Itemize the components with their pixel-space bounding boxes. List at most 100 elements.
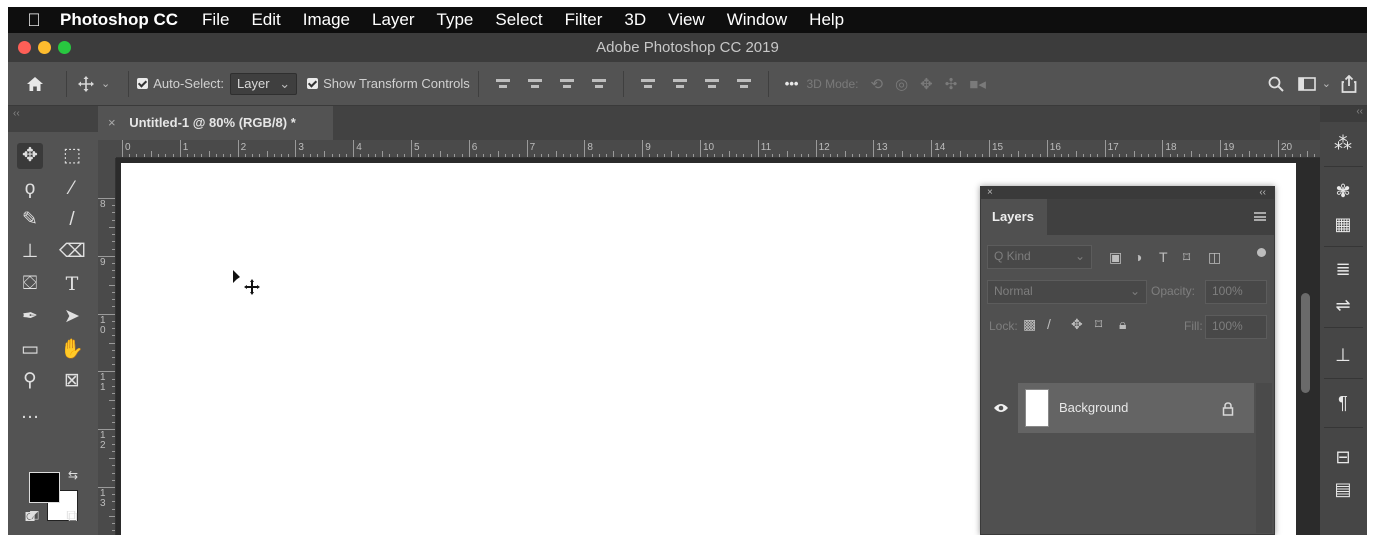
frame-tool-icon[interactable]: ⊠ [59, 368, 85, 394]
chevron-down-icon[interactable]: ⌄ [101, 77, 110, 90]
chevron-down-icon[interactable]: ⌄ [1322, 77, 1331, 90]
notes-icon[interactable]: ▤ [1330, 476, 1356, 502]
quick-mask-icon[interactable]: ◙ [17, 504, 43, 530]
search-icon[interactable] [1268, 76, 1284, 92]
eraser-tool-icon[interactable]: ⌫ [59, 239, 86, 265]
vertical-scrollbar[interactable] [1301, 293, 1310, 393]
auto-select-checkbox[interactable]: Auto-Select: [137, 76, 224, 91]
fill-tool-icon[interactable]: ⛋ [17, 271, 43, 297]
align-left-icon[interactable] [495, 77, 510, 91]
adjustment-layer-filter-icon[interactable]: ◑ [1134, 249, 1142, 265]
clone-source-icon[interactable]: ⊥ [1330, 342, 1356, 368]
filter-toggle-icon[interactable] [1257, 248, 1266, 257]
layer-name[interactable]: Background [1059, 383, 1128, 433]
more-tools-icon[interactable]: … [17, 400, 43, 426]
menu-3d[interactable]: 3D [624, 10, 646, 30]
magic-wand-tool-icon[interactable]: ⁄ [59, 176, 85, 202]
stamp-tool-icon[interactable]: ⊥ [17, 239, 43, 265]
minimize-window-button[interactable] [38, 41, 51, 54]
menu-help[interactable]: Help [809, 10, 844, 30]
pixel-layer-filter-icon[interactable]: ▣ [1109, 249, 1122, 266]
lock-pixels-icon[interactable]: / [1047, 316, 1051, 332]
distribute-middle-icon[interactable] [672, 77, 687, 91]
menu-file[interactable]: File [202, 10, 229, 30]
ruler-label: 4 [356, 142, 362, 153]
paragraph-icon[interactable]: ¶ [1330, 390, 1356, 416]
layer-lock-icon[interactable] [1222, 383, 1234, 433]
horizontal-ruler[interactable]: 0 1 2 3 4 5 6 7 8 9 10 11 12 13 14 15 16 17 18 19 20 [116, 140, 1320, 158]
move-tool-icon[interactable] [77, 75, 95, 93]
lock-position-icon[interactable]: ✥ [1071, 316, 1083, 333]
share-icon[interactable] [1341, 74, 1357, 93]
layer-row[interactable]: Background [1018, 383, 1254, 433]
show-transform-checkbox[interactable]: Show Transform Controls [307, 76, 470, 91]
libraries-icon[interactable]: ⊟ [1330, 444, 1356, 470]
close-tab-icon[interactable]: × [108, 115, 116, 130]
zoom-window-button[interactable] [58, 41, 71, 54]
align-top-icon[interactable] [591, 77, 606, 91]
menu-layer[interactable]: Layer [372, 10, 415, 30]
move-tool-icon[interactable]: ✥ [17, 143, 43, 169]
adjustments-icon[interactable]: ⇌ [1330, 292, 1356, 318]
brush-tool-icon[interactable]: / [59, 207, 85, 233]
layer-visibility-eye-icon[interactable] [987, 383, 1015, 433]
menu-window[interactable]: Window [727, 10, 787, 30]
eyedropper-tool-icon[interactable]: ✎ [17, 207, 43, 233]
fill-field[interactable]: 100% [1205, 315, 1267, 339]
menu-select[interactable]: Select [495, 10, 542, 30]
tab-layers[interactable]: Layers [981, 199, 1047, 235]
home-icon[interactable] [26, 76, 58, 92]
pen-tool-icon[interactable]: ✒ [17, 304, 43, 330]
lock-transparency-icon[interactable]: ▩ [1023, 316, 1036, 333]
lock-artboard-icon[interactable]: ⌑ [1095, 316, 1102, 333]
foreground-color-swatch[interactable] [29, 472, 60, 503]
workspace-icon[interactable] [1297, 76, 1316, 91]
ruler-minor-tick [1075, 151, 1077, 157]
distribute-top-icon[interactable] [640, 77, 655, 91]
layers-scrollbar[interactable] [1256, 383, 1272, 533]
blend-mode-dropdown[interactable]: Normal ⌄ [987, 280, 1147, 304]
menu-image[interactable]: Image [303, 10, 350, 30]
swatches-icon[interactable]: ▦ [1330, 211, 1356, 237]
apple-menu-icon[interactable]:  [8, 10, 60, 31]
distribute-bottom-icon[interactable] [704, 77, 719, 91]
marquee-tool-icon[interactable]: ⬚ [59, 143, 85, 169]
smart-object-filter-icon[interactable]: ◫ [1208, 249, 1221, 266]
align-center-icon[interactable] [527, 77, 542, 91]
vertical-ruler[interactable]: 8 9 1 0 1 1 1 2 1 3 [98, 158, 116, 535]
panel-menu-icon[interactable] [1254, 212, 1266, 221]
auto-select-dropdown[interactable]: Layer ⌄ [230, 72, 298, 95]
lasso-tool-icon[interactable]: ϙ [17, 176, 43, 202]
type-tool-icon[interactable]: T [59, 271, 85, 297]
swap-colors-icon[interactable]: ⇆ [68, 468, 78, 482]
menu-type[interactable]: Type [437, 10, 474, 30]
color-icon[interactable]: ✾ [1330, 178, 1356, 204]
document-tab[interactable]: × Untitled-1 @ 80% (RGB/8) * [98, 106, 333, 140]
lock-all-icon[interactable]: 🔒︎ [1119, 316, 1126, 333]
path-selection-tool-icon[interactable]: ➤ [59, 304, 85, 330]
menu-edit[interactable]: Edit [251, 10, 280, 30]
rectangle-tool-icon[interactable]: ▭ [17, 337, 43, 363]
type-layer-filter-icon[interactable]: T [1159, 249, 1168, 265]
align-right-icon[interactable] [559, 77, 574, 91]
hand-tool-icon[interactable]: ✋ [59, 337, 85, 363]
menu-filter[interactable]: Filter [565, 10, 603, 30]
opacity-field[interactable]: 100% [1205, 280, 1267, 304]
history-icon[interactable]: ⁂ [1330, 130, 1356, 156]
menu-app-name[interactable]: Photoshop CC [60, 10, 178, 30]
layer-kind-filter[interactable]: Q Kind ⌄ [987, 245, 1092, 269]
more-options-button[interactable]: ••• [785, 76, 799, 91]
close-panel-icon[interactable]: × [987, 187, 993, 198]
close-window-button[interactable] [18, 41, 31, 54]
layers-panel-topbar[interactable]: × ‹‹ [981, 187, 1274, 199]
distribute-horizontal-icon[interactable] [736, 77, 751, 91]
brush-settings-icon[interactable]: ≣ [1330, 256, 1356, 282]
tools-panel-header[interactable]: ‹‹ [8, 106, 98, 132]
screen-mode-icon[interactable]: ⧉ [59, 504, 85, 530]
menu-view[interactable]: View [668, 10, 705, 30]
shape-layer-filter-icon[interactable]: ⌑ [1183, 249, 1190, 266]
collapse-panel-icon[interactable]: ‹‹ [1259, 187, 1266, 199]
right-dock-header[interactable]: ‹‹ [1320, 106, 1367, 122]
separator [1324, 327, 1363, 328]
zoom-tool-icon[interactable]: ⚲ [17, 368, 43, 394]
